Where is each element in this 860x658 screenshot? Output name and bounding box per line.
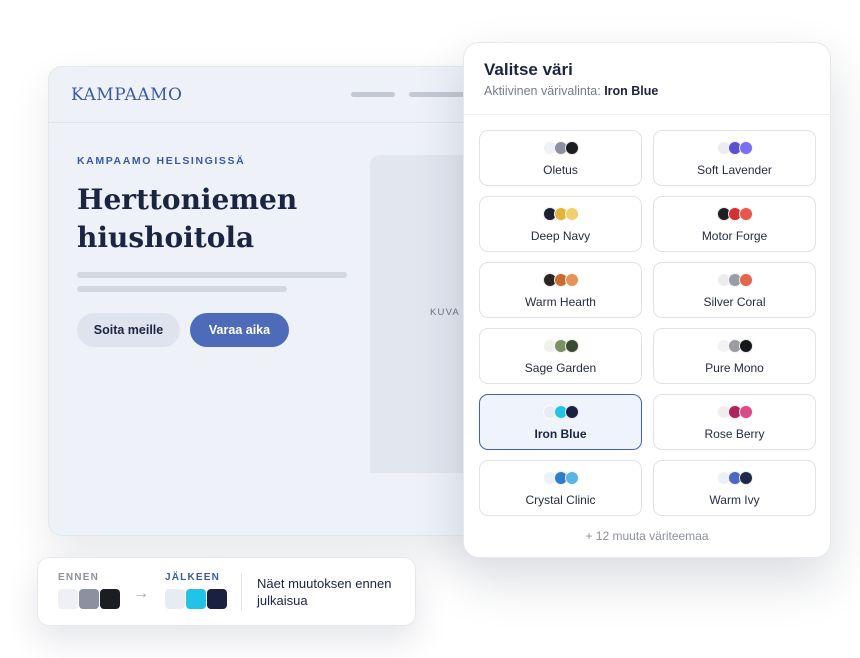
before-color-swatch bbox=[58, 589, 78, 609]
after-color-swatch bbox=[165, 589, 185, 609]
theme-name: Pure Mono bbox=[705, 361, 764, 375]
theme-option[interactable]: Pure Mono bbox=[653, 328, 816, 384]
color-swatch bbox=[564, 273, 579, 287]
theme-name: Warm Ivy bbox=[709, 493, 760, 507]
theme-option[interactable]: Sage Garden bbox=[479, 328, 642, 384]
before-after-card: ENNEN → JÄLKEEN Näet muutoksen ennen jul… bbox=[37, 557, 416, 626]
theme-swatches bbox=[542, 141, 579, 155]
call-us-button[interactable]: Soita meille bbox=[77, 313, 180, 347]
before-color-swatch bbox=[100, 589, 120, 609]
website-preview: KAMPAAMO KAMPAAMO HELSINGISSÄ Herttoniem… bbox=[48, 66, 488, 536]
theme-swatches bbox=[716, 339, 753, 353]
active-theme-name: Iron Blue bbox=[604, 84, 659, 98]
before-label: ENNEN bbox=[58, 572, 100, 583]
color-swatch bbox=[738, 471, 753, 485]
theme-swatches bbox=[542, 207, 579, 221]
theme-name: Iron Blue bbox=[534, 427, 587, 441]
theme-option[interactable]: Soft Lavender bbox=[653, 130, 816, 186]
theme-name: Soft Lavender bbox=[697, 163, 772, 177]
site-logo: KAMPAAMO bbox=[71, 85, 183, 105]
theme-name: Rose Berry bbox=[704, 427, 765, 441]
theme-option[interactable]: Silver Coral bbox=[653, 262, 816, 318]
picker-header: Valitse väri Aktiivinen värivalinta: Iro… bbox=[464, 43, 830, 115]
theme-name: Deep Navy bbox=[530, 229, 591, 243]
color-swatch bbox=[738, 207, 753, 221]
nav-placeholder bbox=[409, 92, 469, 97]
color-swatch bbox=[564, 339, 579, 353]
before-color-swatch bbox=[79, 589, 99, 609]
color-swatch bbox=[564, 471, 579, 485]
arrow-right-icon: → bbox=[133, 585, 149, 602]
after-color-swatch bbox=[207, 589, 227, 609]
theme-name: Silver Coral bbox=[703, 295, 766, 309]
after-label: JÄLKEEN bbox=[165, 572, 221, 583]
theme-option[interactable]: Iron Blue bbox=[479, 394, 642, 450]
nav-placeholder bbox=[351, 92, 395, 97]
color-swatch bbox=[738, 273, 753, 287]
theme-name: Oletus bbox=[543, 163, 578, 177]
book-appointment-button[interactable]: Varaa aika bbox=[190, 313, 289, 347]
theme-grid: Oletus Soft Lavender Deep Navy Motor Forge W… bbox=[479, 130, 817, 516]
theme-swatches bbox=[542, 273, 579, 287]
theme-option[interactable]: Rose Berry bbox=[653, 394, 816, 450]
theme-swatches bbox=[716, 273, 753, 287]
active-theme-prefix: Aktiivinen värivalinta: bbox=[484, 84, 601, 98]
theme-swatches bbox=[716, 471, 753, 485]
theme-option[interactable]: Warm Ivy bbox=[653, 460, 816, 516]
divider bbox=[241, 573, 242, 611]
more-themes-link[interactable]: + 12 muuta väriteemaa bbox=[464, 529, 830, 543]
picker-title: Valitse väri bbox=[484, 60, 573, 79]
theme-option[interactable]: Crystal Clinic bbox=[479, 460, 642, 516]
theme-option[interactable]: Oletus bbox=[479, 130, 642, 186]
after-swatches bbox=[165, 589, 228, 609]
site-header: KAMPAAMO bbox=[49, 67, 487, 123]
color-swatch bbox=[564, 141, 579, 155]
after-color-swatch bbox=[186, 589, 206, 609]
theme-swatches bbox=[716, 405, 753, 419]
theme-name: Warm Hearth bbox=[525, 295, 596, 309]
text-placeholder-line bbox=[77, 272, 347, 278]
theme-name: Motor Forge bbox=[701, 229, 768, 243]
theme-swatches bbox=[716, 207, 753, 221]
theme-name: Crystal Clinic bbox=[525, 493, 596, 507]
text-placeholder-line bbox=[77, 286, 287, 292]
before-swatches bbox=[58, 589, 121, 609]
color-swatch bbox=[564, 405, 579, 419]
color-swatch bbox=[738, 141, 753, 155]
color-swatch bbox=[564, 207, 579, 221]
site-eyebrow: KAMPAAMO HELSINGISSÄ bbox=[77, 155, 246, 167]
site-title: Herttoniemen hiushoitola bbox=[77, 183, 298, 254]
theme-option[interactable]: Warm Hearth bbox=[479, 262, 642, 318]
image-label: KUVA : bbox=[430, 307, 468, 318]
theme-swatches bbox=[542, 405, 579, 419]
theme-swatches bbox=[716, 141, 753, 155]
color-swatch bbox=[738, 339, 753, 353]
theme-swatches bbox=[542, 339, 579, 353]
theme-option[interactable]: Deep Navy bbox=[479, 196, 642, 252]
preview-note: Näet muutoksen ennen julkaisua bbox=[257, 576, 392, 608]
active-theme-label: Aktiivinen värivalinta: Iron Blue bbox=[484, 84, 810, 98]
color-picker-panel: Valitse väri Aktiivinen värivalinta: Iro… bbox=[463, 42, 831, 558]
color-swatch bbox=[738, 405, 753, 419]
theme-name: Sage Garden bbox=[524, 361, 597, 375]
theme-swatches bbox=[542, 471, 579, 485]
theme-option[interactable]: Motor Forge bbox=[653, 196, 816, 252]
